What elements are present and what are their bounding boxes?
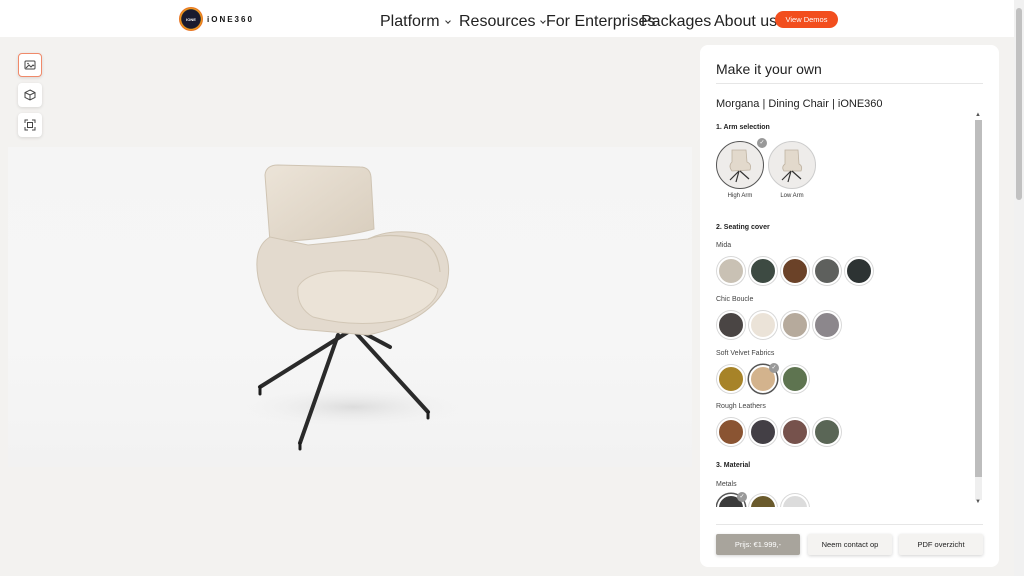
color-swatch[interactable] (749, 494, 777, 507)
divider (716, 83, 983, 84)
color-swatch[interactable]: ✓ (749, 363, 779, 393)
scroll-down-icon[interactable]: ▼ (975, 499, 981, 505)
site-header: IONE iONE360 Platform Resources For Ente… (0, 0, 1014, 37)
chair-thumbnail-icon (781, 149, 803, 183)
color-swatch[interactable] (781, 311, 809, 339)
product-name: Morgana | Dining Chair | iONE360 (716, 98, 883, 110)
color-swatch[interactable] (813, 311, 841, 339)
nav-resources-label: Resources (459, 13, 536, 30)
color-swatch[interactable] (781, 257, 809, 285)
arm-option-low-image (768, 141, 816, 189)
pdf-overview-button[interactable]: PDF overzicht (899, 534, 983, 555)
arm-option-low-label: Low Arm (780, 193, 804, 199)
image-view-icon (24, 60, 36, 70)
nav-packages-label: Packages (641, 13, 712, 30)
arm-option-low[interactable]: Low Arm (768, 141, 816, 199)
3d-cube-icon (24, 89, 36, 101)
color-swatch[interactable] (781, 365, 809, 393)
3d-view-button[interactable] (18, 83, 42, 107)
scroll-up-icon[interactable]: ▲ (975, 112, 981, 118)
color-swatch[interactable] (717, 311, 745, 339)
group-label-mida: Mida (716, 242, 732, 249)
page-scrollbar[interactable] (1014, 0, 1024, 576)
color-swatch[interactable] (717, 365, 745, 393)
arm-selection-heading: 1. Arm selection (716, 124, 770, 131)
color-swatch[interactable] (781, 494, 809, 507)
color-swatch[interactable]: ✓ (717, 492, 747, 507)
price-button[interactable]: Prijs: €1.999,- (716, 534, 800, 555)
footer-divider (716, 524, 983, 525)
image-view-button[interactable] (18, 53, 42, 77)
nav-platform-label: Platform (380, 13, 440, 30)
color-swatch[interactable] (845, 257, 873, 285)
nav-about-us-label: About us (714, 13, 778, 30)
group-label-rough-leathers: Rough Leathers (716, 403, 766, 410)
nav-for-enterprises[interactable]: For Enterprises (546, 13, 655, 31)
ar-scan-icon (24, 119, 36, 131)
nav-packages[interactable]: Packages (641, 13, 711, 31)
logo-mark-icon: IONE (179, 7, 203, 31)
logo-text: iONE360 (207, 14, 254, 24)
material-heading: 3. Material (716, 462, 751, 469)
chair-thumbnail-icon (729, 149, 751, 183)
options-scrollbar-thumb[interactable] (975, 120, 982, 477)
color-swatch[interactable] (781, 418, 809, 446)
contact-button[interactable]: Neem contact op (808, 534, 892, 555)
color-swatch[interactable] (717, 418, 745, 446)
nav-resources[interactable]: Resources (459, 13, 547, 31)
check-icon: ✓ (737, 492, 747, 502)
arm-option-high-image: ✓ (716, 138, 767, 189)
product-viewer[interactable] (8, 147, 692, 467)
ar-view-button[interactable] (18, 113, 42, 137)
nav-platform[interactable]: Platform (380, 13, 451, 31)
color-swatch[interactable] (813, 418, 841, 446)
color-swatch[interactable] (749, 418, 777, 446)
options-scroll-area[interactable]: 1. Arm selection ✓ High Arm Low Arm 2. S… (716, 117, 976, 507)
options-scrollbar[interactable]: ▲ ▼ (974, 112, 983, 507)
color-swatch[interactable] (813, 257, 841, 285)
configurator-panel: Make it your own Morgana | Dining Chair … (700, 45, 999, 567)
color-swatch[interactable] (749, 257, 777, 285)
dining-chair-image (233, 164, 473, 451)
arm-option-high[interactable]: ✓ High Arm (716, 138, 767, 199)
group-label-soft-velvet: Soft Velvet Fabrics (716, 350, 775, 357)
color-swatch[interactable] (717, 257, 745, 285)
logo[interactable]: IONE iONE360 (179, 7, 254, 31)
chevron-down-icon (444, 17, 451, 24)
check-icon: ✓ (769, 363, 779, 373)
color-swatch[interactable] (749, 311, 777, 339)
group-label-chic-boucle: Chic Boucle (716, 296, 754, 303)
check-icon: ✓ (757, 138, 767, 148)
nav-for-enterprises-label: For Enterprises (546, 13, 656, 30)
group-label-metals: Metals (716, 481, 737, 488)
page-scrollbar-thumb[interactable] (1016, 8, 1022, 200)
seating-cover-heading: 2. Seating cover (716, 224, 770, 231)
panel-title: Make it your own (716, 61, 822, 77)
view-demos-button[interactable]: View Demos (775, 11, 838, 28)
nav-about-us[interactable]: About us (714, 13, 777, 31)
arm-option-high-label: High Arm (727, 193, 753, 199)
